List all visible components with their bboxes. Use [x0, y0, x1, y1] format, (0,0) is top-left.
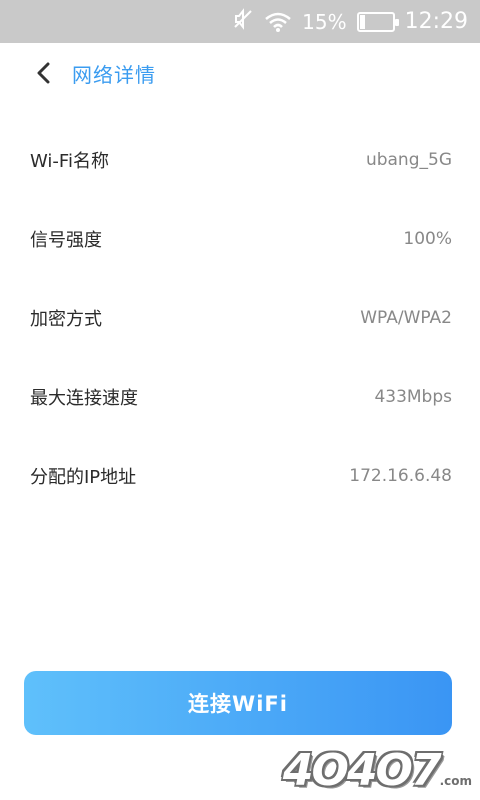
detail-row-signal-strength: 信号强度 100%: [0, 199, 480, 278]
detail-label: Wi-Fi名称: [30, 150, 109, 172]
detail-list: Wi-Fi名称 ubang_5G 信号强度 100% 加密方式 WPA/WPA2…: [0, 120, 480, 515]
battery-percent: 15%: [302, 9, 347, 34]
detail-row-ip-address: 分配的IP地址 172.16.6.48: [0, 436, 480, 515]
detail-value: WPA/WPA2: [360, 307, 452, 328]
detail-row-encryption: 加密方式 WPA/WPA2: [0, 278, 480, 357]
watermark-suffix: .com: [439, 774, 472, 788]
detail-value: 172.16.6.48: [349, 465, 452, 486]
status-bar: 15% 12:29: [0, 0, 480, 43]
chevron-left-icon: [37, 62, 50, 84]
battery-icon: [356, 11, 399, 32]
watermark-logo: 4O4O7.com: [283, 745, 472, 796]
back-button[interactable]: [24, 53, 64, 93]
watermark-text: 4O4O7: [282, 745, 442, 796]
detail-label: 信号强度: [30, 229, 102, 251]
mute-icon: [232, 8, 254, 35]
page-title: 网络详情: [72, 62, 156, 87]
connect-wifi-button[interactable]: 连接WiFi: [24, 671, 452, 735]
detail-row-wifi-name: Wi-Fi名称 ubang_5G: [0, 120, 480, 199]
wifi-icon: [264, 11, 292, 33]
detail-label: 最大连接速度: [30, 387, 138, 409]
detail-value: 100%: [403, 228, 452, 249]
clock: 12:29: [404, 9, 468, 34]
detail-row-max-speed: 最大连接速度 433Mbps: [0, 357, 480, 436]
detail-value: ubang_5G: [365, 149, 452, 170]
header: 网络详情: [0, 43, 480, 103]
detail-label: 分配的IP地址: [30, 466, 137, 488]
detail-value: 433Mbps: [374, 386, 452, 407]
detail-label: 加密方式: [30, 308, 102, 330]
